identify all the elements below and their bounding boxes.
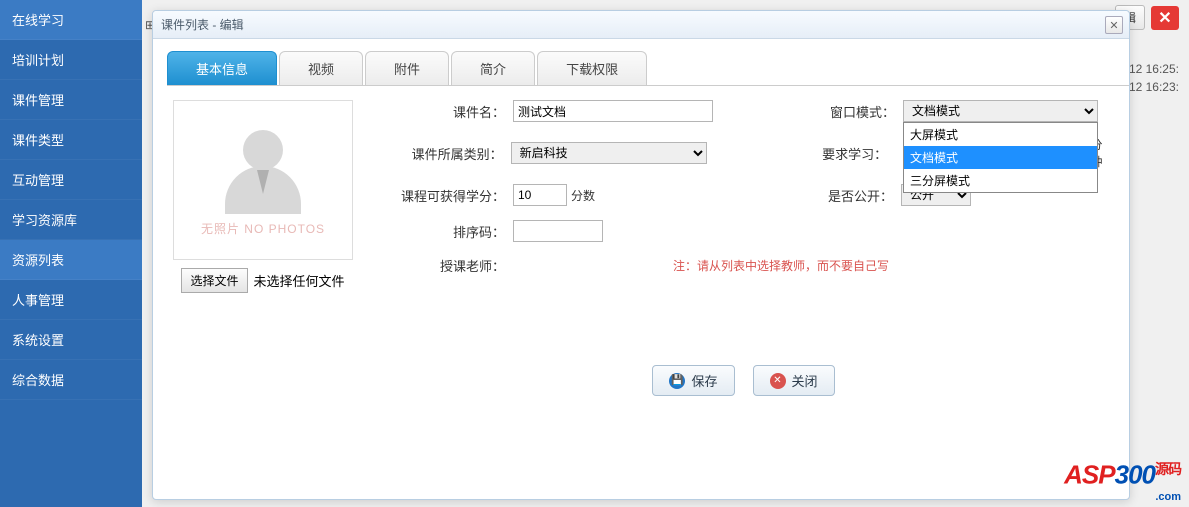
sidebar: 在线学习 培训计划 课件管理 课件类型 互动管理 学习资源库 资源列表 人事管理…: [0, 0, 142, 507]
dropdown-option[interactable]: 三分屏模式: [904, 169, 1097, 192]
sidebar-item-interaction-mgmt[interactable]: 互动管理: [0, 160, 142, 200]
sidebar-item-training-plan[interactable]: 培训计划: [0, 40, 142, 80]
dialog-titlebar: 课件列表 - 编辑 ✕: [153, 11, 1129, 39]
file-status-text: 未选择任何文件: [254, 271, 345, 290]
order-input[interactable]: [513, 220, 603, 242]
sidebar-item-learning-resources[interactable]: 学习资源库: [0, 200, 142, 240]
category-select[interactable]: 新启科技: [511, 142, 708, 164]
no-photo-text: 无照片 NO PHOTOS: [201, 220, 325, 237]
dialog-close-button[interactable]: ✕: [1105, 16, 1123, 34]
save-button[interactable]: 💾 保存: [652, 365, 734, 396]
window-mode-select[interactable]: 文档模式: [903, 100, 1098, 122]
courseware-name-input[interactable]: [513, 100, 713, 122]
close-label: 关闭: [792, 371, 818, 390]
label-required: 要求学习：: [777, 144, 895, 163]
choose-file-button[interactable]: 选择文件: [181, 268, 247, 293]
save-label: 保存: [691, 371, 717, 390]
sidebar-item-hr-mgmt[interactable]: 人事管理: [0, 280, 142, 320]
teacher-note: 注：请从列表中选择教师，而不要自己写: [673, 257, 889, 274]
sidebar-item-courseware-type[interactable]: 课件类型: [0, 120, 142, 160]
photo-placeholder: 无照片 NO PHOTOS: [173, 100, 353, 260]
label-public: 是否公开：: [781, 186, 901, 205]
tab-video[interactable]: 视频: [279, 51, 363, 85]
form-area: 课件名： 窗口模式： 文档模式 大屏模式 文档模式 三分屏模式: [373, 100, 1114, 396]
sidebar-item-system-settings[interactable]: 系统设置: [0, 320, 142, 360]
label-credits: 课程可获得学分：: [373, 186, 513, 205]
label-category: 课件所属类别：: [373, 144, 511, 163]
edit-dialog: 课件列表 - 编辑 ✕ 基本信息 视频 附件 简介 下载权限 无照片 NO PH…: [152, 10, 1130, 500]
avatar-icon: [218, 124, 308, 214]
label-name: 课件名：: [373, 102, 513, 121]
credits-unit: 分数: [571, 187, 595, 204]
sidebar-item-online-learning[interactable]: 在线学习: [0, 0, 142, 40]
save-icon: 💾: [669, 373, 685, 389]
label-order: 排序码：: [373, 222, 513, 241]
tab-download-permission[interactable]: 下载权限: [537, 51, 647, 85]
sidebar-item-combined-data[interactable]: 综合数据: [0, 360, 142, 400]
dropdown-option[interactable]: 文档模式: [904, 146, 1097, 169]
label-teacher: 授课老师：: [373, 256, 513, 275]
dropdown-option[interactable]: 大屏模式: [904, 123, 1097, 146]
close-button[interactable]: ✕ 关闭: [753, 365, 835, 396]
tab-basic-info[interactable]: 基本信息: [167, 51, 277, 85]
photo-column: 无照片 NO PHOTOS 选择文件 未选择任何文件: [173, 100, 353, 396]
tab-bar: 基本信息 视频 附件 简介 下载权限: [167, 51, 1129, 86]
sidebar-item-courseware-mgmt[interactable]: 课件管理: [0, 80, 142, 120]
window-mode-dropdown: 大屏模式 文档模式 三分屏模式: [903, 122, 1098, 193]
close-icon: ✕: [770, 373, 786, 389]
credits-input[interactable]: [513, 184, 567, 206]
dialog-title-text: 课件列表 - 编辑: [161, 16, 244, 33]
tab-intro[interactable]: 简介: [451, 51, 535, 85]
tab-attachment[interactable]: 附件: [365, 51, 449, 85]
delete-button[interactable]: ✕: [1151, 6, 1179, 30]
label-window-mode: 窗口模式：: [783, 102, 903, 121]
sidebar-item-resource-list[interactable]: 资源列表: [0, 240, 142, 280]
watermark-logo: ASP300源码 .com: [1064, 459, 1181, 503]
